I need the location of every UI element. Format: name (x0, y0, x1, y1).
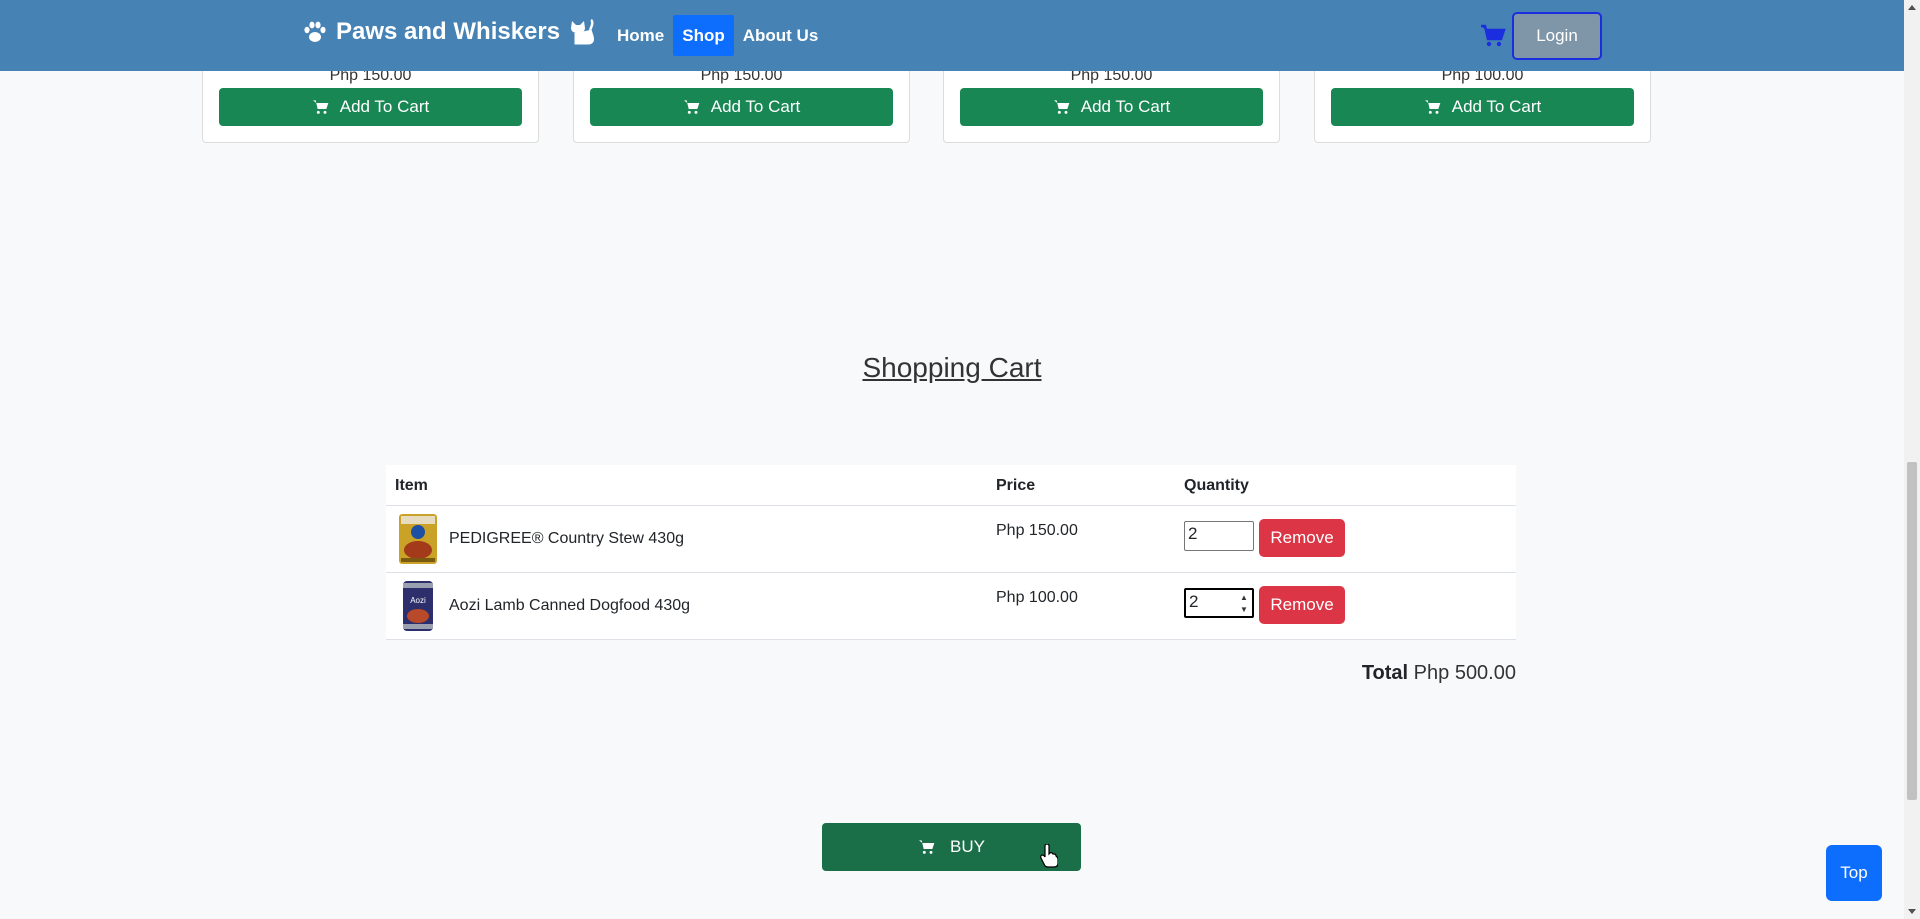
quantity-input[interactable]: 2 ▲ ▼ (1184, 588, 1254, 618)
product-name: PEDIGREE® Country Stew 430g (449, 530, 684, 547)
product-thumbnail (399, 514, 437, 564)
back-to-top-button[interactable]: Top (1826, 845, 1882, 901)
header-price: Price (996, 477, 1036, 494)
buy-label: BUY (950, 837, 985, 856)
header-quantity: Quantity (1184, 477, 1249, 494)
add-to-cart-button[interactable]: Add To Cart (1331, 88, 1634, 126)
add-to-cart-button[interactable]: Add To Cart (960, 88, 1263, 126)
cart-icon (683, 100, 700, 114)
remove-button[interactable]: Remove (1259, 519, 1345, 557)
cart-table: Item Price Quantity PEDIGREE® Country St… (386, 465, 1516, 640)
spin-up-icon[interactable]: ▲ (1240, 594, 1248, 602)
cart-icon (919, 840, 935, 854)
nav-link-about[interactable]: About Us (734, 15, 828, 56)
scroll-down-icon[interactable] (1908, 909, 1916, 914)
remove-button[interactable]: Remove (1259, 586, 1345, 624)
page: Paws and Whiskers Home Shop About Us Log… (0, 0, 1920, 919)
product-price: Php 100.00 (996, 589, 1078, 606)
table-header: Item Price Quantity (386, 465, 1516, 506)
login-button[interactable]: Login (1512, 12, 1602, 60)
brand-name: Paws and Whiskers (336, 18, 561, 45)
nav-links: Home Shop About Us (608, 15, 827, 56)
hand-cursor-icon (1040, 844, 1058, 868)
add-to-cart-label: Add To Cart (339, 97, 430, 116)
product-name: Aozi Lamb Canned Dogfood 430g (449, 597, 691, 614)
brand[interactable]: Paws and Whiskers (302, 18, 596, 46)
add-to-cart-label: Add To Cart (1451, 97, 1542, 116)
navbar: Paws and Whiskers Home Shop About Us Log… (0, 0, 1904, 71)
product-price: Php 150.00 (996, 522, 1078, 539)
cart-icon (1053, 100, 1070, 114)
scroll-up-icon[interactable] (1908, 5, 1916, 10)
table-row: PEDIGREE® Country Stew 430g Php 150.00 2… (386, 506, 1516, 573)
quantity-value: 2 (1189, 592, 1199, 611)
add-to-cart-label: Add To Cart (710, 97, 801, 116)
shopping-cart-title: Shopping Cart (862, 352, 1042, 383)
spin-down-icon[interactable]: ▼ (1240, 606, 1248, 614)
scroll-thumb[interactable] (1907, 462, 1917, 800)
cart-total: Total Php 500.00 (1100, 662, 1516, 685)
add-to-cart-button[interactable]: Add To Cart (219, 88, 522, 126)
add-to-cart-button[interactable]: Add To Cart (590, 88, 893, 126)
quantity-spinner[interactable]: ▲ ▼ (1239, 594, 1249, 614)
cart-icon[interactable] (1480, 24, 1506, 48)
product-thumbnail: Aozi (403, 581, 433, 631)
scrollbar[interactable] (1904, 0, 1920, 919)
cart-icon (1424, 100, 1441, 114)
total-label: Total (1361, 662, 1409, 684)
total-value: Php 500.00 (1413, 662, 1516, 684)
cart-icon (312, 100, 329, 114)
quantity-input[interactable]: 2 (1184, 521, 1254, 551)
paw-icon (304, 21, 326, 42)
header-item: Item (395, 477, 428, 494)
add-to-cart-label: Add To Cart (1080, 97, 1171, 116)
nav-link-home[interactable]: Home (608, 15, 673, 56)
nav-link-shop[interactable]: Shop (673, 15, 734, 56)
svg-text:Aozi: Aozi (410, 596, 426, 605)
table-row: Aozi Aozi Lamb Canned Dogfood 430g Php 1… (386, 573, 1516, 640)
cat-icon (571, 18, 595, 45)
